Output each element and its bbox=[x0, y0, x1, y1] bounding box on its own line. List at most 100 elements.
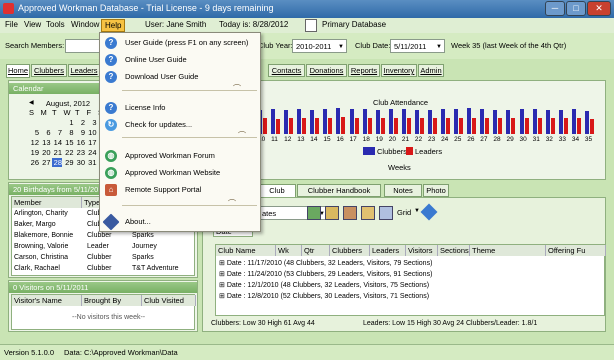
club-grid-column[interactable]: Sections bbox=[438, 245, 470, 256]
tab-notes[interactable]: Notes bbox=[384, 184, 422, 197]
tab-admin[interactable]: Admin bbox=[418, 64, 444, 77]
calendar-day[interactable]: 1 bbox=[64, 118, 73, 127]
tab-clubbers[interactable]: Clubbers bbox=[31, 64, 67, 77]
club-grid-column[interactable]: Leaders bbox=[370, 245, 406, 256]
club-date-group-row[interactable]: ⊞ Date : 12/1/2010 (48 Clubbers, 32 Lead… bbox=[219, 281, 429, 291]
menu-file[interactable]: File bbox=[5, 20, 18, 29]
calendar-day[interactable]: 23 bbox=[75, 148, 85, 157]
club-date-group-row[interactable]: ⊞ Date : 11/17/2010 (48 Clubbers, 32 Lea… bbox=[219, 259, 432, 269]
club-grid-column[interactable]: Qtr bbox=[302, 245, 330, 256]
calendar-day[interactable]: 12 bbox=[29, 138, 39, 147]
calendar-day[interactable]: 15 bbox=[64, 138, 73, 147]
calendar-day[interactable]: 14 bbox=[52, 138, 62, 147]
birthday-member[interactable]: Carson, Christina bbox=[14, 253, 68, 263]
tab-reports[interactable]: Reports bbox=[348, 64, 380, 77]
menu-window[interactable]: Window bbox=[71, 20, 99, 29]
maximize-button[interactable]: □ bbox=[566, 1, 586, 16]
club-grid-column[interactable]: Theme bbox=[470, 245, 546, 256]
birthday-type[interactable]: Clubber bbox=[87, 264, 112, 274]
calendar-day[interactable]: 21 bbox=[52, 148, 62, 157]
calendar-day[interactable]: 13 bbox=[41, 138, 50, 147]
tab-inventory[interactable]: Inventory bbox=[381, 64, 417, 77]
column-visitor-name[interactable]: Visitor's Name bbox=[12, 295, 82, 306]
expand-icon[interactable]: ⊞ bbox=[219, 293, 227, 300]
calendar-day[interactable]: 20 bbox=[41, 148, 50, 157]
tab-donations[interactable]: Donations bbox=[306, 64, 347, 77]
calendar-day[interactable]: 19 bbox=[29, 148, 39, 157]
calendar-day[interactable]: 29 bbox=[64, 158, 73, 167]
calendar-day[interactable]: 30 bbox=[75, 158, 85, 167]
birthday-member[interactable]: Browning, Valorie bbox=[14, 242, 68, 252]
birthday-member[interactable]: Blakemore, Bonnie bbox=[14, 231, 73, 241]
calendar-day[interactable]: 6 bbox=[41, 128, 50, 137]
birthday-member[interactable]: Clark, Rachael bbox=[14, 264, 60, 274]
birthday-club[interactable]: Sparks bbox=[132, 253, 154, 263]
calendar-day[interactable]: 2 bbox=[75, 118, 85, 127]
calendar-day[interactable]: 22 bbox=[64, 148, 73, 157]
club-grid-column[interactable]: Clubbers bbox=[330, 245, 370, 256]
calendar-day[interactable]: 31 bbox=[87, 158, 96, 167]
export-icon[interactable] bbox=[361, 206, 375, 220]
info-diamond-icon[interactable] bbox=[420, 203, 438, 221]
birthday-type[interactable]: Clubber bbox=[87, 253, 112, 263]
club-year-select[interactable]: 2010-2011 ▼ bbox=[292, 39, 347, 53]
tab-photo[interactable]: Photo bbox=[423, 184, 449, 197]
calendar-day[interactable]: 3 bbox=[87, 118, 96, 127]
calendar-day[interactable]: 9 bbox=[75, 128, 85, 137]
menu-item-website[interactable]: ◍ Approved Workman Website bbox=[100, 165, 260, 181]
search-members-input[interactable] bbox=[65, 39, 101, 53]
tab-home[interactable]: Home bbox=[6, 64, 30, 78]
column-club-visited[interactable]: Club Visited bbox=[142, 295, 196, 306]
prev-month-icon[interactable]: ◀ bbox=[29, 99, 34, 106]
expand-icon[interactable]: ⊞ bbox=[219, 282, 227, 289]
club-grid-column[interactable]: Wk bbox=[276, 245, 302, 256]
menu-item-remote-support[interactable]: ⌂ Remote Support Portal bbox=[100, 182, 260, 198]
birthday-type[interactable]: Leader bbox=[87, 242, 109, 252]
expand-icon[interactable]: ⊞ bbox=[219, 271, 227, 278]
calendar-day[interactable]: 27 bbox=[41, 158, 50, 167]
menu-item-check-updates[interactable]: ↻ Check for updates... bbox=[100, 117, 260, 133]
calendar-day[interactable]: 17 bbox=[87, 138, 96, 147]
calendar-day[interactable]: 28 bbox=[52, 158, 62, 167]
calendar-day[interactable]: 10 bbox=[87, 128, 96, 137]
primary-database[interactable]: Primary Database bbox=[322, 20, 386, 29]
birthday-member[interactable]: Baker, Margo bbox=[14, 220, 56, 230]
calendar-day[interactable]: 24 bbox=[87, 148, 96, 157]
calendar-icon[interactable] bbox=[325, 206, 339, 220]
calendar-day[interactable]: 5 bbox=[29, 128, 39, 137]
menu-tools[interactable]: Tools bbox=[46, 20, 65, 29]
birthday-club[interactable]: T&T Adventure bbox=[132, 264, 179, 274]
menu-item-license-info[interactable]: ? License Info bbox=[100, 100, 260, 116]
birthday-type[interactable]: Clubber bbox=[87, 231, 112, 241]
calendar-day[interactable]: 8 bbox=[64, 128, 73, 137]
print-icon[interactable] bbox=[379, 206, 393, 220]
club-date-group-row[interactable]: ⊞ Date : 11/24/2010 (53 Clubbers, 29 Lea… bbox=[219, 270, 432, 280]
refresh-icon[interactable] bbox=[307, 206, 321, 220]
birthday-club[interactable]: Journey bbox=[132, 242, 157, 252]
calendar-day[interactable]: 16 bbox=[75, 138, 85, 147]
minimize-button[interactable]: ─ bbox=[545, 1, 565, 16]
menu-help[interactable]: Help bbox=[101, 19, 126, 32]
club-grid-column[interactable]: Club Name bbox=[216, 245, 276, 256]
tab-leaders[interactable]: Leaders bbox=[68, 64, 100, 77]
club-grid-column[interactable]: Offering Fu bbox=[546, 245, 606, 256]
club-grid-column[interactable]: Visitors bbox=[406, 245, 438, 256]
grid-menu-button[interactable]: Grid bbox=[397, 208, 411, 217]
menu-item-user-guide[interactable]: ? User Guide (press F1 on any screen) bbox=[100, 35, 260, 51]
close-button[interactable]: ✕ bbox=[587, 1, 611, 16]
menu-view[interactable]: View bbox=[24, 20, 41, 29]
menu-item-forum[interactable]: ◍ Approved Workman Forum bbox=[100, 148, 260, 164]
column-brought-by[interactable]: Brought By bbox=[82, 295, 142, 306]
tab-contacts[interactable]: Contacts bbox=[268, 64, 305, 77]
expand-icon[interactable]: ⊞ bbox=[219, 260, 227, 267]
calendar-day[interactable]: 26 bbox=[29, 158, 39, 167]
tab-handbook-alerts[interactable]: Clubber Handbook Alerts bbox=[297, 184, 381, 206]
menu-item-about[interactable]: About... bbox=[100, 213, 260, 231]
tab-club-calendar[interactable]: Club Calendar bbox=[258, 184, 296, 206]
folder-icon[interactable] bbox=[343, 206, 357, 220]
birthday-member[interactable]: Arlington, Charity bbox=[14, 209, 68, 219]
birthday-club[interactable]: Sparks bbox=[132, 231, 154, 241]
calendar-day[interactable]: 7 bbox=[52, 128, 62, 137]
club-date-group-row[interactable]: ⊞ Date : 12/8/2010 (52 Clubbers, 30 Lead… bbox=[219, 292, 429, 302]
club-date-picker[interactable]: 5/11/2011 ▼ bbox=[390, 39, 445, 53]
